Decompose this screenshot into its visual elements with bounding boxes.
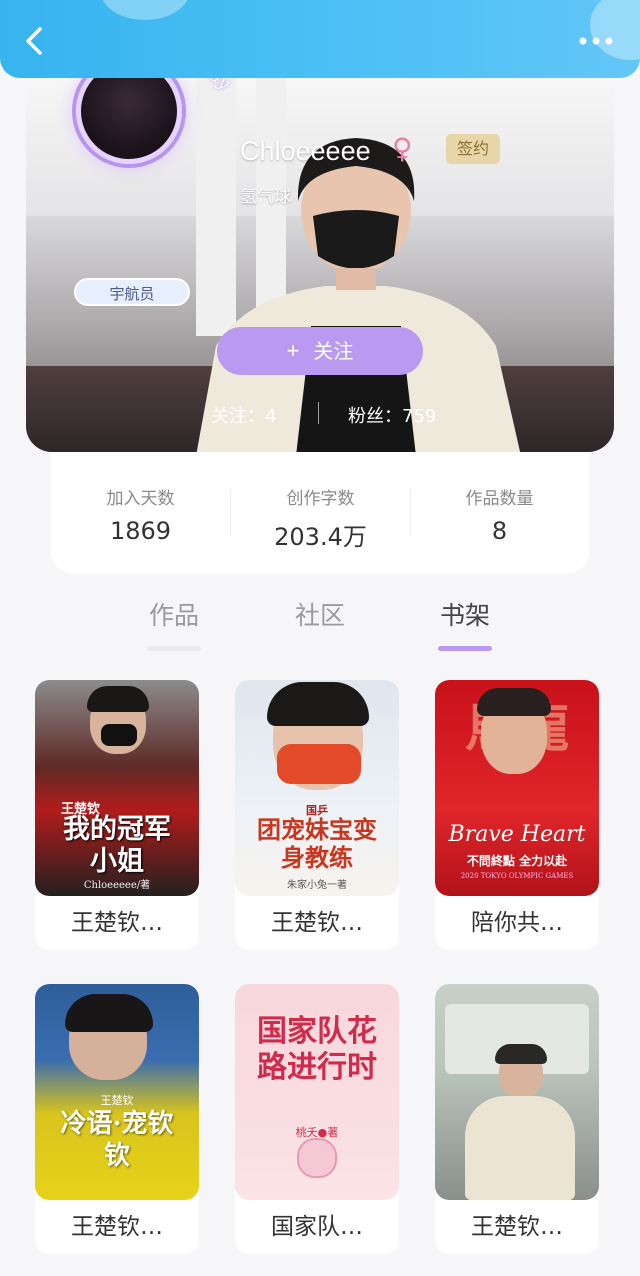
signed-badge: 签约 — [446, 134, 500, 164]
user-subtitle: 氢气球 — [240, 187, 291, 207]
book-title: 王楚钦… — [71, 1214, 163, 1240]
stat-label: 作品数量 — [465, 489, 534, 509]
cover-author-text: Chloeeeee/著 — [83, 880, 151, 891]
cover-figure-mask — [277, 744, 361, 784]
tab-label: 作品 — [148, 601, 199, 630]
stat-word-count: 创作字数 203.4万 — [231, 484, 410, 552]
stat-label: 加入天数 — [106, 489, 175, 509]
stat-value: 1869 — [109, 517, 172, 545]
cover-figure-body — [465, 1096, 575, 1200]
chevron-left-icon[interactable] — [18, 24, 52, 58]
stat-works-count: 作品数量 8 — [410, 484, 589, 545]
female-gender-icon: ♀ — [392, 132, 413, 165]
cover-figure-hair — [87, 686, 149, 712]
cover-small-text: 王楚钦 — [100, 1094, 134, 1107]
decor-bubble — [100, 0, 190, 20]
book-cover-image: 馬龍 Brave Heart 不問終點 全力以赴 2020 TOKYO OLYM… — [435, 680, 599, 896]
book-title: 王楚钦… — [271, 910, 363, 936]
book-title: 陪你共… — [471, 910, 563, 936]
divider — [318, 402, 319, 424]
book-title: 王楚钦… — [471, 1214, 563, 1240]
cover-title-text: 冷语·宠钦钦 — [60, 1109, 174, 1171]
cover-author-text: 朱家小兔一著 — [287, 880, 347, 891]
book-card[interactable]: 馬龍 Brave Heart 不問終點 全力以赴 2020 TOKYO OLYM… — [435, 680, 599, 950]
book-card[interactable]: 王楚钦 冷语·宠钦钦 王楚钦… — [35, 984, 199, 1254]
followers-count[interactable]: 粉丝：759 — [348, 402, 436, 428]
tab-underline-active — [438, 646, 492, 651]
book-cover-image: 国乒 团宠妹宝变身教练 朱家小兔一著 — [235, 680, 399, 896]
cover-small-text: 不問終點 全力以赴 — [466, 854, 568, 868]
cover-figure — [297, 1138, 337, 1178]
stat-label: 创作字数 — [286, 489, 355, 509]
cover-figure-hair — [65, 994, 153, 1032]
role-badge: 宇航员 — [74, 278, 190, 306]
book-title: 国家队… — [271, 1214, 363, 1240]
stats-card: 加入天数 1869 创作字数 203.4万 作品数量 8 — [51, 452, 589, 574]
follow-button-label: 关注 — [313, 341, 354, 363]
book-card[interactable]: 王楚钦… — [435, 984, 599, 1254]
follow-button[interactable]: + 关注 — [217, 327, 423, 375]
cover-figure-mask — [101, 724, 137, 746]
stat-value: 203.4万 — [274, 523, 367, 551]
tab-underline — [147, 646, 201, 651]
book-card[interactable]: 国家队花路进行时 桃夭●著 国家队… — [235, 984, 399, 1254]
tab-bookshelf[interactable]: 书架 — [415, 596, 515, 651]
cover-figure-hair — [267, 682, 369, 726]
more-dots-icon[interactable] — [578, 36, 614, 46]
book-card[interactable]: 国乒 团宠妹宝变身教练 朱家小兔一著 王楚钦… — [235, 680, 399, 950]
cover-title-text: 国家队花路进行时 — [257, 1014, 377, 1085]
decor-bubble — [590, 0, 640, 60]
username: Chloeeeee — [240, 136, 371, 166]
book-cover-image — [435, 984, 599, 1200]
tab-label: 社区 — [294, 601, 345, 630]
stat-value: 8 — [491, 517, 508, 545]
follow-counts: 关注：4 粉丝：759 — [26, 396, 614, 432]
book-cover-image: 王楚钦 我的冠军小姐 Chloeeeee/著 — [35, 680, 199, 896]
top-bar — [0, 0, 640, 78]
stat-join-days: 加入天数 1869 — [51, 484, 230, 545]
tab-underline — [293, 646, 347, 651]
tab-label: 书架 — [439, 601, 490, 630]
tab-community[interactable]: 社区 — [270, 596, 370, 651]
profile-tabs: 作品 社区 书架 — [0, 590, 640, 651]
book-cover-image: 王楚钦 冷语·宠钦钦 — [35, 984, 199, 1200]
tab-works[interactable]: 作品 — [124, 596, 224, 651]
cover-figure-hair — [477, 688, 551, 716]
book-card[interactable]: 王楚钦 我的冠军小姐 Chloeeeee/著 王楚钦… — [35, 680, 199, 950]
cover-title-text: 团宠妹宝变身教练 — [257, 815, 377, 872]
following-count[interactable]: 关注：4 — [211, 402, 276, 428]
cover-title-text: Brave Heart — [448, 822, 586, 847]
book-title: 王楚钦… — [71, 910, 163, 936]
plus-icon: + — [286, 338, 300, 363]
cover-author-text: 2020 TOKYO OLYMPIC GAMES — [460, 872, 574, 880]
book-cover-image: 国家队花路进行时 桃夭●著 — [235, 984, 399, 1200]
cover-title-text: 我的冠军小姐 — [63, 814, 171, 877]
cover-figure-cap — [495, 1044, 547, 1064]
